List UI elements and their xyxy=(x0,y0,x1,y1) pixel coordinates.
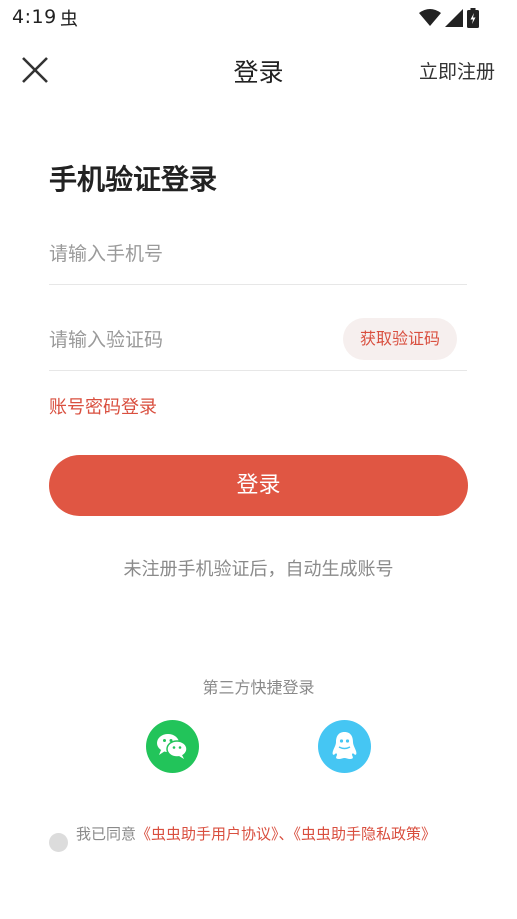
battery-charging-icon xyxy=(467,8,479,28)
signal-icon xyxy=(445,9,463,27)
login-button[interactable]: 登录 xyxy=(49,455,468,516)
code-input[interactable] xyxy=(49,320,329,360)
wechat-icon xyxy=(157,734,188,759)
status-icons xyxy=(419,8,479,28)
form-title: 手机验证登录 xyxy=(49,163,218,196)
status-time: 4:19 xyxy=(12,6,57,28)
auto-register-hint: 未注册手机验证后，自动生成账号 xyxy=(123,559,394,580)
phone-input[interactable] xyxy=(49,234,467,274)
agreement-prefix: 我已同意 xyxy=(76,825,137,843)
agreement-text: 我已同意《虫虫助手用户协议》、《虫虫助手隐私政策》 xyxy=(76,825,456,844)
privacy-policy-link[interactable]: 《虫虫助手隐私政策》 xyxy=(294,825,437,843)
qq-icon xyxy=(332,732,357,759)
agreement-separator: 、 xyxy=(278,825,294,843)
get-code-button[interactable]: 获取验证码 xyxy=(343,318,457,360)
user-agreement-link[interactable]: 《虫虫助手用户协议》 xyxy=(136,825,279,843)
third-party-label: 第三方快捷登录 xyxy=(202,678,315,697)
agreement-checkbox[interactable] xyxy=(49,833,68,852)
wifi-icon xyxy=(419,9,441,26)
wechat-login-button[interactable] xyxy=(146,720,199,773)
code-underline xyxy=(49,370,467,371)
phone-underline xyxy=(49,284,467,285)
register-link[interactable]: 立即注册 xyxy=(419,57,495,84)
qq-login-button[interactable] xyxy=(318,720,371,773)
password-login-link[interactable]: 账号密码登录 xyxy=(49,393,157,419)
notification-app-icon: 虫 xyxy=(60,9,78,30)
